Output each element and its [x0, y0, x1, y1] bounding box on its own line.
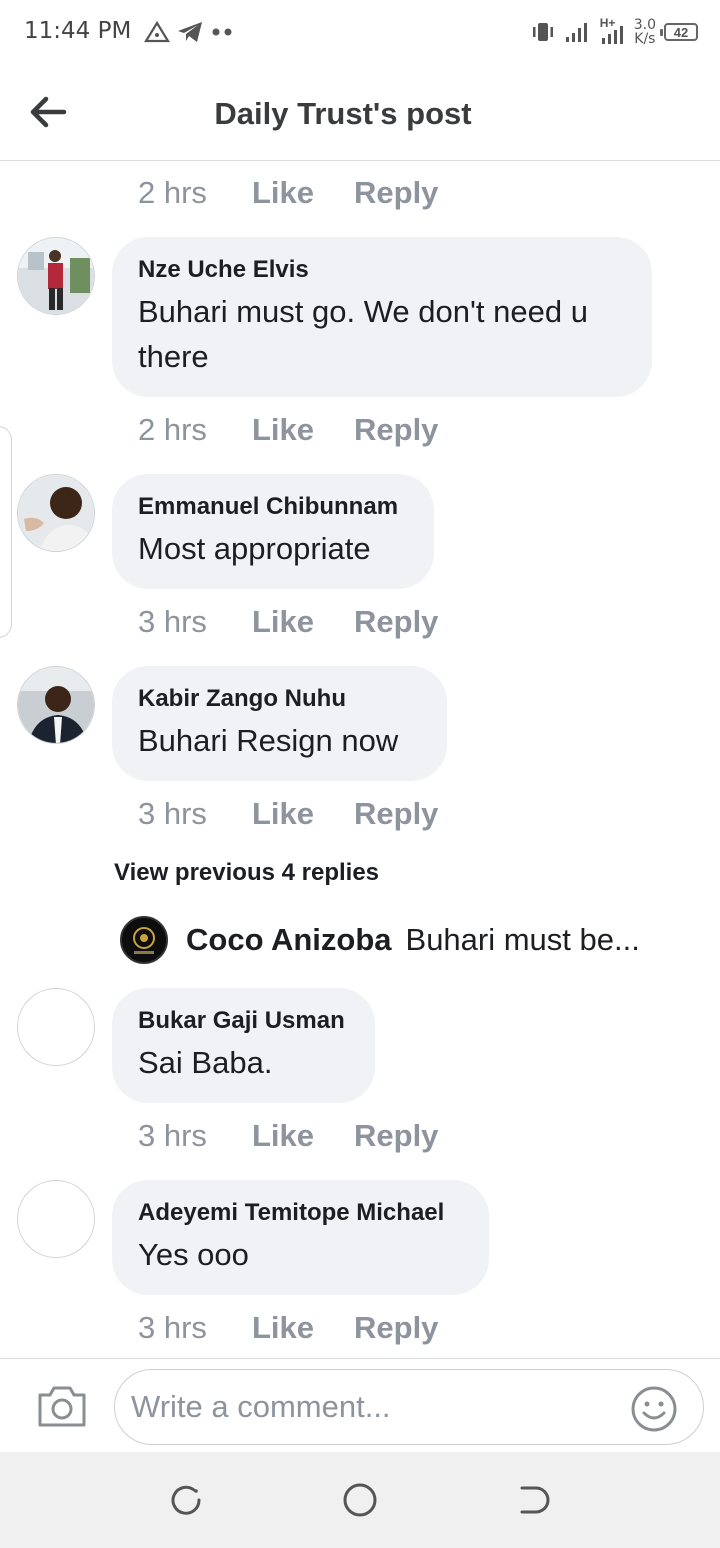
comment-meta-row: 3 hrs Like Reply [138, 794, 438, 834]
like-button[interactable]: Like [252, 604, 354, 640]
network-signal-icon [601, 26, 623, 44]
comment-author[interactable]: Adeyemi Temitope Michael [138, 1198, 463, 1228]
battery-level: 42 [673, 24, 689, 40]
profile-photo [18, 667, 94, 743]
emoji-button[interactable] [630, 1385, 678, 1433]
side-drawer-handle[interactable] [0, 426, 12, 638]
comment-time: 3 hrs [138, 796, 207, 831]
view-previous-replies-link[interactable]: View previous 4 replies [114, 859, 379, 887]
home-circle-icon [343, 1483, 377, 1517]
alert-triangle-icon [144, 20, 170, 43]
signal-bars-icon [565, 23, 587, 42]
comment-meta-row: 2 hrs Like Reply [138, 173, 438, 213]
comment-text: Buhari must go. We don't need u there [138, 294, 588, 374]
comment-bubble[interactable]: Nze Uche Elvis Buhari must go. We don't … [112, 237, 652, 397]
status-time: 11:44 PM [24, 18, 132, 44]
reply-author[interactable]: Coco Anizoba [186, 922, 392, 958]
comments-feed[interactable]: 2 hrs Like Reply Nze Uche Elvis Buhari m… [0, 161, 720, 1358]
like-button[interactable]: Like [252, 1118, 354, 1154]
comment-composer [0, 1358, 720, 1452]
profile-photo [18, 475, 94, 551]
avatar[interactable] [120, 916, 168, 964]
network-type-icon: H+ [598, 16, 626, 46]
comment-meta-row: 3 hrs Like Reply [138, 602, 438, 642]
more-dots-icon [212, 28, 232, 36]
avatar[interactable] [17, 474, 95, 552]
telegram-icon [178, 22, 202, 42]
speed-unit: K/s [634, 31, 656, 47]
smiley-icon [631, 1386, 677, 1432]
back-nav-button[interactable] [516, 1482, 552, 1518]
avatar[interactable] [17, 1180, 95, 1258]
back-nav-icon [520, 1486, 550, 1514]
like-button[interactable]: Like [252, 175, 354, 211]
comment-author[interactable]: Emmanuel Chibunnam [138, 492, 408, 522]
comment-meta-row: 2 hrs Like Reply [138, 410, 438, 450]
app-header: Daily Trust's post [0, 64, 720, 161]
recents-button[interactable] [168, 1482, 204, 1518]
avatar[interactable] [17, 988, 95, 1066]
camera-icon [38, 1386, 86, 1427]
reply-button[interactable]: Reply [354, 175, 438, 211]
avatar[interactable] [17, 237, 95, 315]
status-notification-icons [144, 18, 236, 46]
comment-author[interactable]: Bukar Gaji Usman [138, 1006, 349, 1036]
reply-preview[interactable]: Coco Anizoba Buhari must be... [120, 916, 680, 964]
comment-input[interactable] [114, 1369, 704, 1445]
comment-time: 3 hrs [138, 604, 207, 639]
status-system-icons: H+ 3.0 K/s 42 [530, 14, 698, 50]
camera-button[interactable] [36, 1383, 88, 1429]
comment-text: Yes ooo [138, 1237, 249, 1272]
reply-button[interactable]: Reply [354, 796, 438, 832]
reply-button[interactable]: Reply [354, 1310, 438, 1346]
comment-text: Sai Baba. [138, 1045, 273, 1080]
reply-button[interactable]: Reply [354, 604, 438, 640]
comment-meta-row: 3 hrs Like Reply [138, 1308, 438, 1348]
reply-button[interactable]: Reply [354, 412, 438, 448]
profile-photo [18, 238, 94, 314]
avatar[interactable] [17, 666, 95, 744]
network-speed: 3.0 K/s [634, 18, 656, 46]
comment-meta-row: 3 hrs Like Reply [138, 1116, 438, 1156]
reply-text: Buhari must be... [405, 922, 640, 957]
vibrate-icon [532, 23, 553, 41]
profile-photo [122, 918, 166, 962]
comment-bubble[interactable]: Emmanuel Chibunnam Most appropriate [112, 474, 434, 589]
comment-bubble[interactable]: Bukar Gaji Usman Sai Baba. [112, 988, 375, 1103]
comment-author[interactable]: Nze Uche Elvis [138, 255, 626, 285]
like-button[interactable]: Like [252, 1310, 354, 1346]
comment-time: 2 hrs [138, 412, 207, 447]
comment-time: 2 hrs [138, 175, 207, 210]
page-title: Daily Trust's post [214, 96, 472, 131]
recents-icon [171, 1485, 201, 1515]
speed-value: 3.0 [633, 17, 656, 33]
comment-text: Most appropriate [138, 531, 371, 566]
like-button[interactable]: Like [252, 796, 354, 832]
comment-bubble[interactable]: Kabir Zango Nuhu Buhari Resign now [112, 666, 447, 781]
battery-icon: 42 [660, 23, 698, 41]
reply-button[interactable]: Reply [354, 1118, 438, 1154]
comment-bubble[interactable]: Adeyemi Temitope Michael Yes ooo [112, 1180, 489, 1295]
comment-text: Buhari Resign now [138, 723, 399, 758]
system-nav-bar [0, 1452, 720, 1548]
comment-time: 3 hrs [138, 1310, 207, 1345]
home-button[interactable] [342, 1482, 378, 1518]
status-bar: 11:44 PM H+ 3.0 K/s 42 [0, 0, 720, 64]
comment-author[interactable]: Kabir Zango Nuhu [138, 684, 421, 714]
like-button[interactable]: Like [252, 412, 354, 448]
comment-time: 3 hrs [138, 1118, 207, 1153]
